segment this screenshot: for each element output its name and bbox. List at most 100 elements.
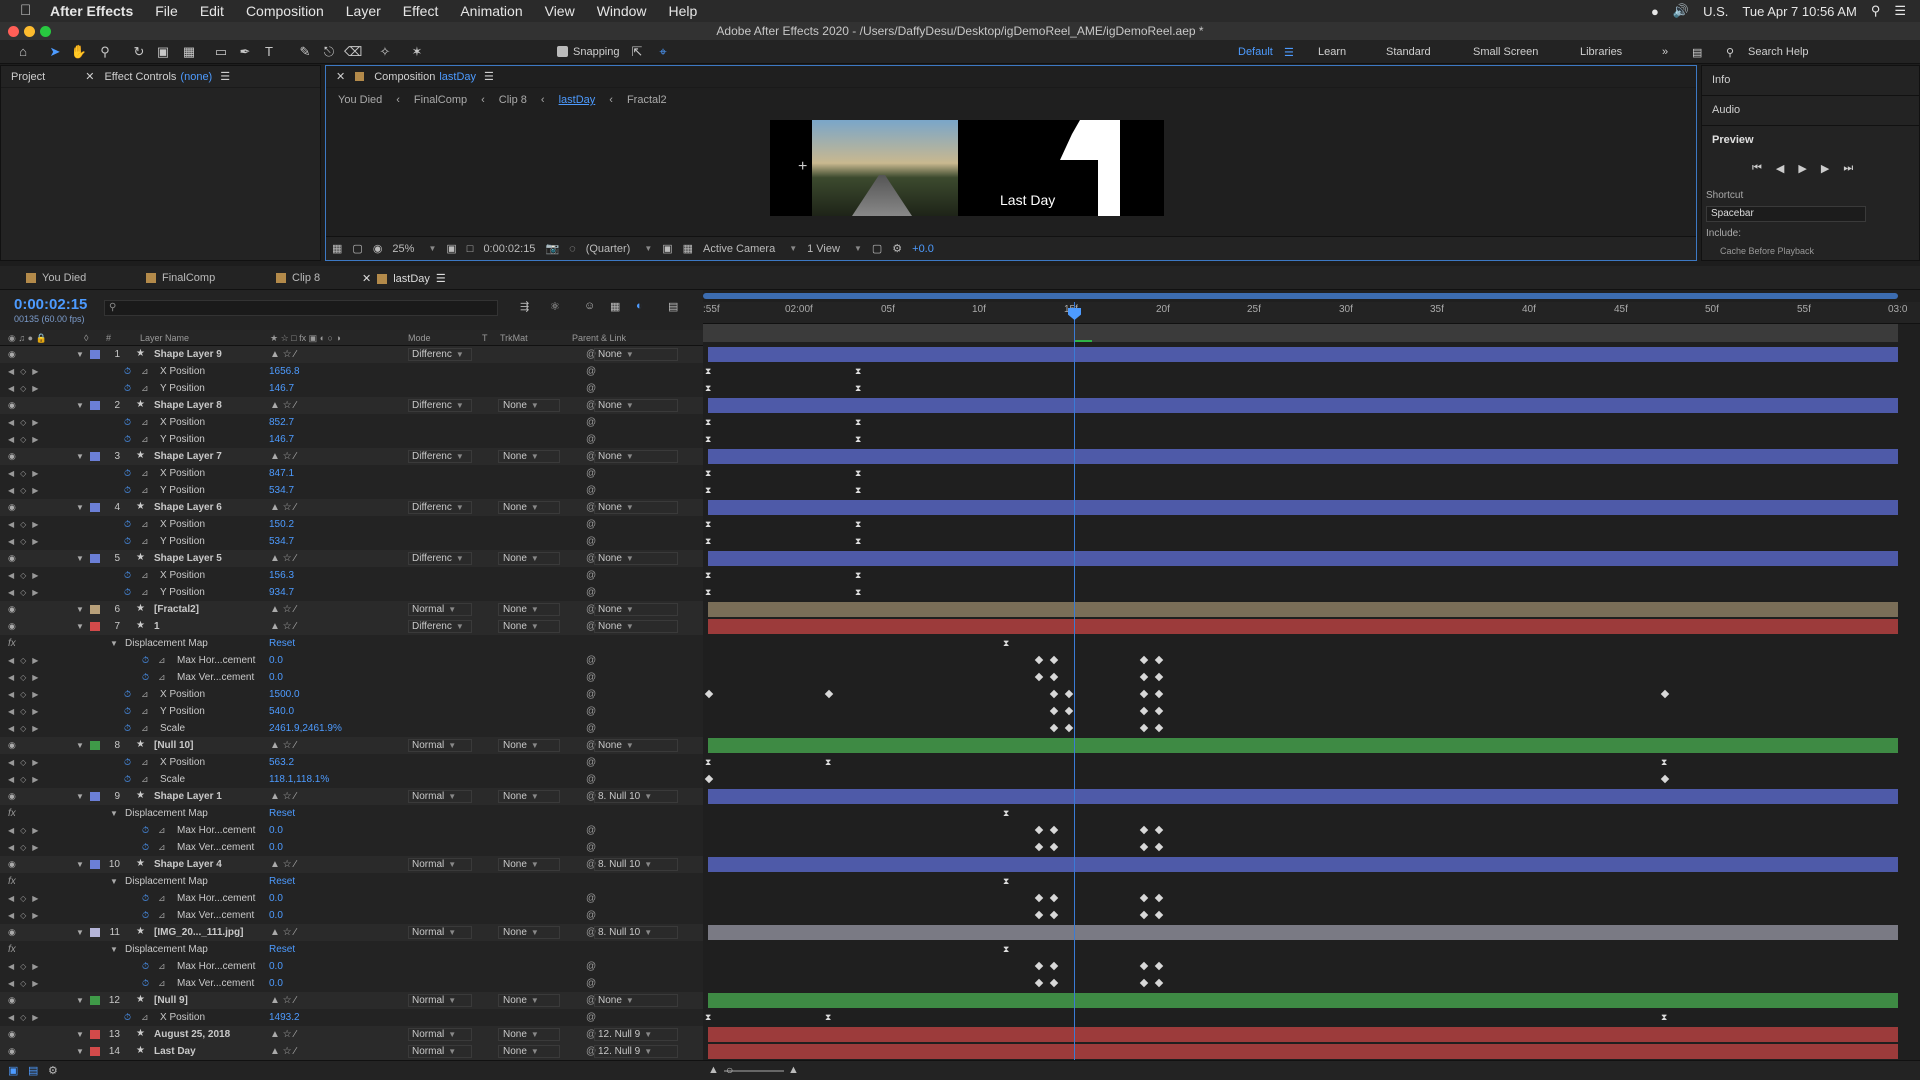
- property-value[interactable]: 847.1: [269, 468, 294, 479]
- layer-duration-bar[interactable]: [708, 500, 1898, 515]
- menu-layer[interactable]: Layer: [346, 3, 381, 19]
- menu-window[interactable]: Window: [597, 3, 647, 19]
- stopwatch-icon[interactable]: ⏱: [124, 774, 131, 785]
- twirl-down-icon[interactable]: ▼: [76, 350, 84, 359]
- expression-pick-whip-icon[interactable]: @: [586, 978, 596, 989]
- stopwatch-icon[interactable]: ⏱: [142, 842, 149, 853]
- keyframe-navigator-icon[interactable]: ◀◇▶: [8, 656, 44, 665]
- layer-switches[interactable]: ▲ ☆ ∕: [270, 995, 296, 1006]
- keyframe-diamond[interactable]: [1034, 978, 1044, 988]
- hold-keyframe[interactable]: ⧗: [855, 485, 861, 496]
- tab-project[interactable]: Project: [11, 71, 45, 83]
- layer-name[interactable]: [IMG_20..._111.jpg]: [154, 927, 243, 938]
- expression-pick-whip-icon[interactable]: @: [586, 417, 596, 428]
- frame-blending-icon[interactable]: ▦: [610, 300, 620, 313]
- label-color-swatch[interactable]: [90, 741, 100, 750]
- pan-behind-tool-icon[interactable]: ▦: [180, 43, 198, 61]
- keyframe-diamond[interactable]: [1034, 825, 1044, 835]
- expression-pick-whip-icon[interactable]: @: [586, 910, 596, 921]
- hold-keyframe[interactable]: ⧗: [705, 383, 711, 394]
- keyframe-diamond[interactable]: [1139, 706, 1149, 716]
- keyframe-diamond[interactable]: [1064, 723, 1074, 733]
- region-icon[interactable]: ▣: [662, 242, 672, 255]
- step-back-icon[interactable]: ◀: [1776, 162, 1784, 175]
- close-tab-icon[interactable]: ✕: [362, 272, 371, 285]
- hold-keyframe[interactable]: ⧗: [1661, 757, 1667, 768]
- keyframe-diamond[interactable]: [1034, 910, 1044, 920]
- parent-select[interactable]: None ▼: [594, 603, 678, 616]
- expression-pick-whip-icon[interactable]: @: [586, 519, 596, 530]
- layer-name[interactable]: Shape Layer 4: [154, 859, 222, 870]
- track-matte-select[interactable]: None ▼: [498, 603, 560, 616]
- stopwatch-icon[interactable]: ⏱: [124, 706, 131, 717]
- blend-mode-select[interactable]: Normal ▼: [408, 790, 472, 803]
- property-value[interactable]: 1500.0: [269, 689, 300, 700]
- label-color-swatch[interactable]: [90, 792, 100, 801]
- hold-keyframe[interactable]: ⧗: [855, 434, 861, 445]
- expression-pick-whip-icon[interactable]: @: [586, 825, 596, 836]
- property-row[interactable]: ◀◇▶ ⏱ ⊿ X Position 847.1 @: [0, 465, 703, 482]
- track-matte-select[interactable]: None ▼: [498, 790, 560, 803]
- property-value[interactable]: 0.0: [269, 672, 283, 683]
- views-select[interactable]: 1 View: [807, 243, 840, 255]
- track-matte-select[interactable]: None ▼: [498, 739, 560, 752]
- property-value[interactable]: 1656.8: [269, 366, 300, 377]
- pen-tool-icon[interactable]: ✒: [236, 43, 254, 61]
- keyframe-diamond[interactable]: [1034, 842, 1044, 852]
- twirl-down-icon[interactable]: ▼: [76, 928, 84, 937]
- property-row[interactable]: ◀◇▶ ⏱ ⊿ Max Hor...cement 0.0 @: [0, 652, 703, 669]
- wifi-icon[interactable]: ●: [1651, 4, 1659, 19]
- layer-row[interactable]: ◉ ▼ 5 ★ Shape Layer 5 ▲ ☆ ∕ Differenc ▼ None ▼ @ No…: [0, 550, 703, 567]
- keyframe-diamond[interactable]: [1049, 706, 1059, 716]
- visibility-eye-icon[interactable]: ◉: [8, 740, 16, 751]
- keyframe-diamond[interactable]: [1154, 910, 1164, 920]
- comp-canvas[interactable]: Last Day +: [770, 120, 1164, 216]
- breadcrumb-item[interactable]: FinalComp: [414, 94, 467, 106]
- layer-row[interactable]: ◉ ▼ 9 ★ Shape Layer 1 ▲ ☆ ∕ Normal ▼ None ▼ @8. Nu…: [0, 788, 703, 805]
- graph-icon[interactable]: ⊿: [158, 978, 166, 989]
- keyframe-navigator-icon[interactable]: ◀◇▶: [8, 979, 44, 988]
- workspace-learn[interactable]: Learn: [1318, 46, 1346, 58]
- menu-composition[interactable]: Composition: [246, 3, 324, 19]
- expression-pick-whip-icon[interactable]: @: [586, 1012, 596, 1023]
- layer-search-input[interactable]: ⚲: [104, 300, 498, 316]
- blend-mode-select[interactable]: Differenc ▼: [408, 399, 472, 412]
- hold-keyframe[interactable]: ⧗: [705, 434, 711, 445]
- visibility-eye-icon[interactable]: ◉: [8, 791, 16, 802]
- timecode-display[interactable]: 0:00:02:15: [483, 243, 535, 255]
- property-row[interactable]: ◀◇▶ ⏱ ⊿ Y Position 534.7 @: [0, 482, 703, 499]
- track-matte-select[interactable]: None ▼: [498, 450, 560, 463]
- hold-keyframe[interactable]: ⧗: [705, 757, 711, 768]
- workspace-standard[interactable]: Standard: [1386, 46, 1431, 58]
- home-icon[interactable]: ⌂: [14, 43, 32, 61]
- menu-app[interactable]: After Effects: [50, 3, 133, 19]
- exposure-value[interactable]: +0.0: [912, 243, 934, 255]
- zoom-window-button[interactable]: [40, 26, 51, 37]
- camera-tool-icon[interactable]: ▣: [154, 43, 172, 61]
- property-row[interactable]: ◀◇▶ ⏱ ⊿ Max Ver...cement 0.0 @: [0, 907, 703, 924]
- keyframe-navigator-icon[interactable]: ◀◇▶: [8, 758, 44, 767]
- effect-name[interactable]: Displacement Map: [125, 944, 208, 955]
- hold-keyframe[interactable]: ⧗: [855, 383, 861, 394]
- parent-select[interactable]: 8. Null 10 ▼: [594, 858, 678, 871]
- label-color-swatch[interactable]: [90, 350, 100, 359]
- effect-name[interactable]: Displacement Map: [125, 638, 208, 649]
- keyframe-navigator-icon[interactable]: ◀◇▶: [8, 418, 44, 427]
- layer-name[interactable]: [Null 9]: [154, 995, 188, 1006]
- breadcrumb-item[interactable]: Fractal2: [627, 94, 667, 106]
- keyframe-diamond[interactable]: [1154, 672, 1164, 682]
- zoom-tool-icon[interactable]: ⚲: [96, 43, 114, 61]
- keyframe-diamond[interactable]: [1154, 706, 1164, 716]
- layer-row[interactable]: ◉ ▼ 11 ★ [IMG_20..._111.jpg] ▲ ☆ ∕ Normal ▼ None…: [0, 924, 703, 941]
- preview-panel-header[interactable]: Preview: [1702, 126, 1919, 154]
- keyframe-diamond[interactable]: [1034, 672, 1044, 682]
- snap-grid-icon[interactable]: ⌖: [654, 43, 672, 61]
- twirl-down-icon[interactable]: ▼: [76, 860, 84, 869]
- transparency-grid-icon[interactable]: ▦: [683, 242, 693, 255]
- layer-duration-bar[interactable]: [708, 925, 1898, 940]
- graph-icon[interactable]: ⊿: [158, 961, 166, 972]
- rotate-tool-icon[interactable]: ↻: [130, 43, 148, 61]
- keyframe-diamond[interactable]: [1049, 723, 1059, 733]
- layer-switches[interactable]: ▲ ☆ ∕: [270, 791, 296, 802]
- layer-row[interactable]: ◉ ▼ 10 ★ Shape Layer 4 ▲ ☆ ∕ Normal ▼ None ▼ @8. N…: [0, 856, 703, 873]
